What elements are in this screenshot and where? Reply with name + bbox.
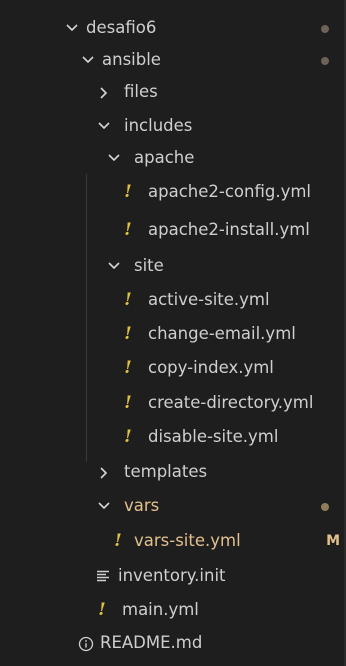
tree-item-label: includes <box>124 116 193 135</box>
tree-item-apache2-install[interactable]: ! apache2-install.yml <box>0 214 346 246</box>
tree-item-label: active-site.yml <box>148 290 270 309</box>
exclamation-icon: ! <box>124 290 132 310</box>
tree-item-create-directory[interactable]: ! create-directory.yml <box>0 387 346 419</box>
tree-item-templates[interactable]: templates <box>0 456 346 488</box>
tree-item-label: site <box>134 256 164 275</box>
chevron-down-icon <box>98 490 118 522</box>
tree-item-ansible[interactable]: ansible <box>0 44 346 76</box>
exclamation-icon: ! <box>124 220 132 240</box>
tree-item-files[interactable]: files <box>0 76 346 108</box>
tree-item-apache2-config[interactable]: ! apache2-config.yml <box>0 176 346 208</box>
tree-item-label: disable-site.yml <box>148 427 279 446</box>
tree-item-label: change-email.yml <box>148 324 296 343</box>
tree-item-main[interactable]: ! main.yml <box>0 594 346 626</box>
tree-item-label: inventory.init <box>118 566 226 585</box>
info-icon <box>78 627 98 659</box>
tree-item-active-site[interactable]: ! active-site.yml <box>0 284 346 316</box>
chevron-right-icon <box>98 76 118 108</box>
tree-item-label: ansible <box>102 50 161 69</box>
chevron-down-icon <box>82 44 102 76</box>
chevron-down-icon <box>66 12 86 44</box>
exclamation-icon: ! <box>124 182 132 202</box>
exclamation-icon: ! <box>124 324 132 344</box>
tree-item-inventory[interactable]: inventory.init <box>0 560 346 592</box>
git-status-badge: M <box>326 533 340 549</box>
tree-item-label: apache2-install.yml <box>148 220 310 239</box>
tree-item-desafio6[interactable]: desafio6 <box>0 12 346 44</box>
exclamation-icon: ! <box>124 393 132 413</box>
tree-item-label: apache2-config.yml <box>148 182 311 201</box>
tree-item-label: vars-site.yml <box>134 531 241 550</box>
exclamation-icon: ! <box>114 531 122 551</box>
status-dot <box>321 25 329 33</box>
tree-item-label: create-directory.yml <box>148 393 314 412</box>
tree-item-apache[interactable]: apache <box>0 142 346 174</box>
file-explorer: desafio6 ansible files includes apache !… <box>0 0 346 666</box>
tree-item-includes[interactable]: includes <box>0 110 346 142</box>
tree-item-label: files <box>124 82 158 101</box>
status-dot <box>321 57 329 65</box>
lines-icon <box>96 560 116 592</box>
tree-item-label: apache <box>134 148 195 167</box>
status-dot <box>321 503 329 511</box>
exclamation-icon: ! <box>124 427 132 447</box>
tree-item-label: copy-index.yml <box>148 358 274 377</box>
tree-item-copy-index[interactable]: ! copy-index.yml <box>0 352 346 384</box>
chevron-right-icon <box>98 456 118 488</box>
exclamation-icon: ! <box>124 358 132 378</box>
tree-item-vars[interactable]: vars <box>0 490 346 522</box>
chevron-down-icon <box>98 110 118 142</box>
tree-item-label: main.yml <box>122 600 199 619</box>
tree-item-change-email[interactable]: ! change-email.yml <box>0 318 346 350</box>
tree-item-label: README.md <box>100 633 203 652</box>
tree-item-site[interactable]: site <box>0 250 346 282</box>
tree-item-label: vars <box>124 496 160 515</box>
chevron-down-icon <box>108 250 128 282</box>
tree-item-readme[interactable]: README.md <box>0 627 346 659</box>
exclamation-icon: ! <box>98 600 106 620</box>
tree-item-label: desafio6 <box>86 18 157 37</box>
tree-item-label: templates <box>124 462 208 481</box>
chevron-down-icon <box>108 142 128 174</box>
tree-item-vars-site[interactable]: ! vars-site.yml M <box>0 525 346 557</box>
tree-item-disable-site[interactable]: ! disable-site.yml <box>0 421 346 453</box>
